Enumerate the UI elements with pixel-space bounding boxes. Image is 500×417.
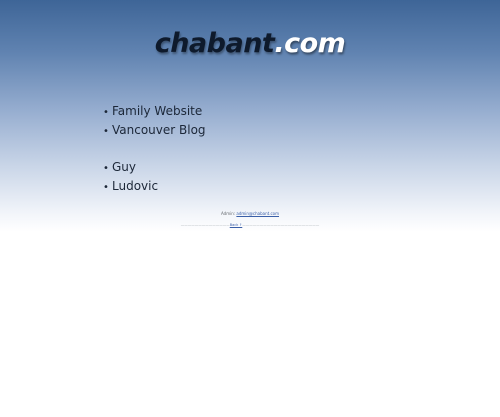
people-list: • Guy • Ludovic <box>103 158 158 195</box>
link-family-website[interactable]: Family Website <box>112 104 202 118</box>
bullet-icon: • <box>103 125 109 137</box>
logo-tld: .com <box>274 28 346 59</box>
logo-name: chabant <box>154 28 275 59</box>
list-item-ludovic[interactable]: • Ludovic <box>103 177 158 196</box>
back-link[interactable]: Back ↑ <box>230 223 243 227</box>
footer-line2-suffix: —————————————————————— <box>242 223 320 227</box>
bullet-icon: • <box>103 181 109 193</box>
bullet-icon: • <box>103 163 109 174</box>
footer-nav: ——————————————Back ↑————————————————————… <box>0 222 500 228</box>
site-logo[interactable]: chabant.com <box>0 26 500 62</box>
footer-line2-prefix: —————————————— <box>180 223 230 227</box>
list-item-guy[interactable]: • Guy <box>103 158 158 177</box>
link-guy[interactable]: Guy <box>112 160 136 174</box>
sites-list: • Family Website • Vancouver Blog <box>103 102 206 139</box>
footer-prefix: Admin: <box>220 211 236 216</box>
link-vancouver-blog[interactable]: Vancouver Blog <box>112 123 206 137</box>
footer-contact: Admin: admin@chabant.com <box>0 211 500 217</box>
link-ludovic[interactable]: Ludovic <box>112 179 158 193</box>
page: chabant.com • Family Website • Vancouver B… <box>0 0 500 417</box>
list-item-family-website[interactable]: • Family Website <box>103 102 206 121</box>
contact-link[interactable]: admin@chabant.com <box>236 211 279 216</box>
list-item-vancouver-blog[interactable]: • Vancouver Blog <box>103 121 206 140</box>
bullet-icon: • <box>103 107 109 118</box>
